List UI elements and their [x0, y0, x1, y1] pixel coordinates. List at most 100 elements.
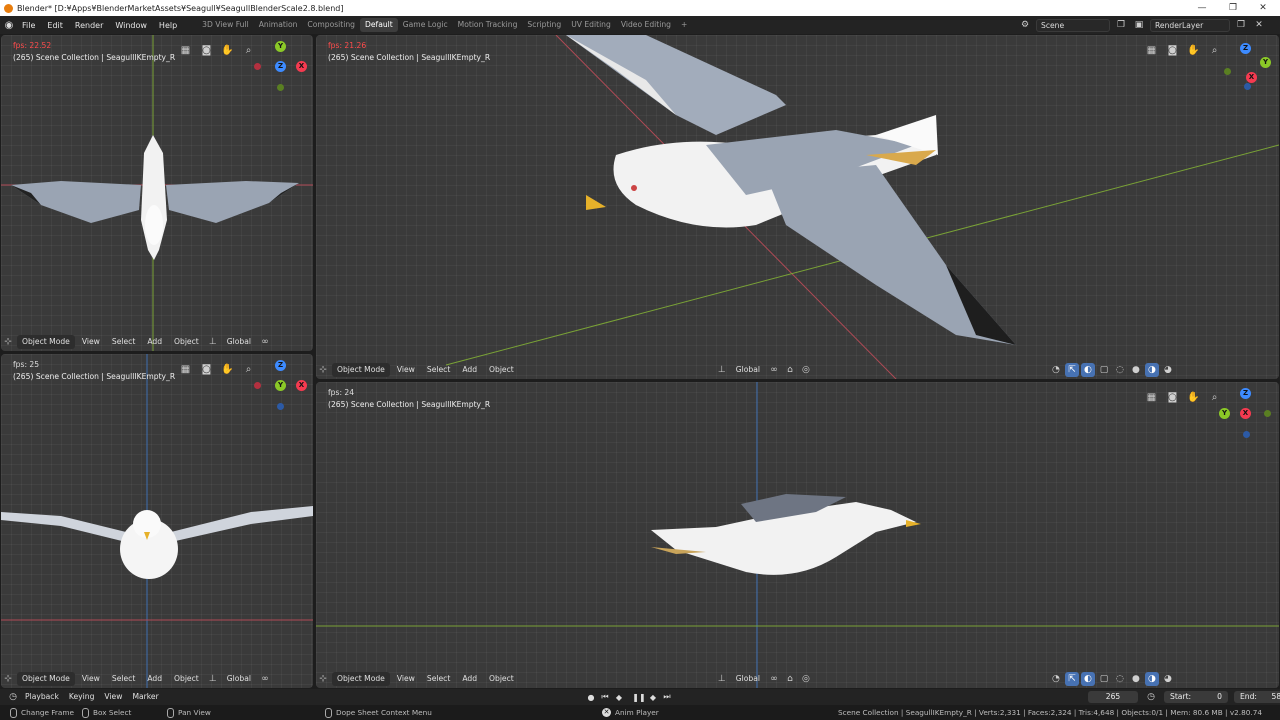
timeline-editor-icon[interactable]: ◷: [6, 690, 20, 704]
select-menu[interactable]: Select: [422, 672, 455, 686]
view-menu[interactable]: View: [77, 672, 105, 686]
snap-icon[interactable]: ⌂: [783, 672, 797, 686]
wireframe-shading-icon[interactable]: ◌: [1113, 672, 1127, 686]
orientation-dropdown[interactable]: Global: [731, 672, 765, 686]
visibility-icon[interactable]: ◔: [1049, 672, 1063, 686]
menu-window[interactable]: Window: [109, 21, 153, 30]
add-menu[interactable]: Add: [142, 672, 167, 686]
z-axis-handle[interactable]: Z: [275, 360, 286, 371]
remove-renderlayer-icon[interactable]: ✕: [1252, 18, 1266, 32]
zoom-icon[interactable]: ⌕: [241, 43, 256, 58]
editor-type-icon[interactable]: ⊹: [316, 672, 330, 686]
axis-gizmo[interactable]: Z Y X: [1224, 43, 1271, 93]
axis-gizmo[interactable]: Z Y X: [1219, 388, 1271, 438]
object-menu[interactable]: Object: [169, 672, 204, 686]
end-frame-field[interactable]: End: 585: [1234, 691, 1280, 703]
scene-name-field[interactable]: Scene: [1036, 18, 1110, 32]
add-menu[interactable]: Add: [457, 363, 482, 377]
keying-menu[interactable]: Keying: [64, 690, 100, 704]
menu-file[interactable]: File: [16, 21, 41, 30]
neg-x-handle[interactable]: [254, 63, 261, 70]
material-shading-icon[interactable]: ◑: [1144, 363, 1159, 377]
grid-toggle-icon[interactable]: ▦: [1144, 43, 1159, 58]
pan-hand-icon[interactable]: ✋: [1186, 43, 1201, 58]
camera-view-icon[interactable]: ◙: [199, 362, 214, 377]
gizmo-toggle-icon[interactable]: ⇱: [1064, 672, 1079, 686]
add-menu[interactable]: Add: [457, 672, 482, 686]
orientation-dropdown[interactable]: Global: [222, 672, 256, 686]
tab-animation[interactable]: Animation: [254, 18, 303, 32]
y-axis-handle[interactable]: Y: [275, 380, 286, 391]
marker-menu[interactable]: Marker: [127, 690, 163, 704]
status-anim-player[interactable]: ✕ Anim Player: [602, 708, 659, 717]
tab-3d-view-full[interactable]: 3D View Full: [197, 18, 254, 32]
restore-icon[interactable]: ❐: [1216, 0, 1250, 16]
orientation-icon[interactable]: ⊥: [206, 672, 220, 686]
grid-toggle-icon[interactable]: ▦: [178, 362, 193, 377]
link-icon[interactable]: ∞: [767, 363, 781, 377]
viewport-top-left[interactable]: fps: 22.52 (265) Scene Collection | Seag…: [1, 35, 313, 351]
x-axis-handle[interactable]: X: [296, 61, 307, 72]
menu-help[interactable]: Help: [153, 21, 183, 30]
x-axis-handle[interactable]: X: [1240, 408, 1251, 419]
neg-y-handle[interactable]: [1224, 68, 1231, 75]
rendered-shading-icon[interactable]: ◕: [1161, 672, 1175, 686]
orientation-dropdown[interactable]: Global: [731, 363, 765, 377]
timeline-view-menu[interactable]: View: [99, 690, 127, 704]
object-mode-dropdown[interactable]: Object Mode: [17, 672, 75, 686]
object-menu[interactable]: Object: [484, 363, 519, 377]
playback-menu[interactable]: Playback: [20, 690, 64, 704]
camera-view-icon[interactable]: ◙: [1165, 43, 1180, 58]
xray-icon[interactable]: ▢: [1097, 363, 1111, 377]
viewport-main[interactable]: fps: 21.26 (265) Scene Collection | Seag…: [316, 35, 1279, 379]
orientation-icon[interactable]: ⊥: [715, 672, 729, 686]
axis-gizmo[interactable]: Y Z X: [254, 41, 307, 91]
tab-compositing[interactable]: Compositing: [302, 18, 360, 32]
pan-hand-icon[interactable]: ✋: [220, 362, 235, 377]
editor-type-icon[interactable]: ⊹: [1, 335, 15, 349]
close-icon[interactable]: ✕: [1246, 0, 1280, 16]
next-keyframe-icon[interactable]: ◆: [647, 691, 659, 703]
jump-start-icon[interactable]: ⏮: [599, 691, 611, 703]
view-menu[interactable]: View: [77, 335, 105, 349]
material-shading-icon[interactable]: ◑: [1144, 672, 1159, 686]
neg-z-handle[interactable]: [277, 403, 284, 410]
neg-x-handle[interactable]: [254, 382, 261, 389]
y-axis-handle[interactable]: Y: [1219, 408, 1230, 419]
z-axis-handle[interactable]: Z: [1240, 388, 1251, 399]
tab-motion-tracking[interactable]: Motion Tracking: [453, 18, 523, 32]
xray-icon[interactable]: ▢: [1097, 672, 1111, 686]
object-mode-dropdown[interactable]: Object Mode: [17, 335, 75, 349]
select-menu[interactable]: Select: [107, 335, 140, 349]
zoom-icon[interactable]: ⌕: [1207, 43, 1222, 58]
gizmo-toggle-icon[interactable]: ⇱: [1064, 363, 1079, 377]
cancel-icon[interactable]: ✕: [602, 708, 611, 717]
pause-icon[interactable]: ❚❚: [632, 691, 645, 703]
prev-keyframe-icon[interactable]: ◆: [613, 691, 625, 703]
grid-toggle-icon[interactable]: ▦: [1144, 390, 1159, 405]
tab-default[interactable]: Default: [360, 18, 398, 32]
record-icon[interactable]: ●: [585, 691, 597, 703]
z-axis-handle[interactable]: Z: [275, 61, 286, 72]
link-icon[interactable]: ∞: [258, 335, 272, 349]
solid-shading-icon[interactable]: ●: [1129, 363, 1143, 377]
z-axis-handle[interactable]: Z: [1240, 43, 1251, 54]
overlay-toggle-icon[interactable]: ◐: [1080, 363, 1095, 377]
blender-logo-icon[interactable]: ◉: [2, 18, 16, 32]
editor-type-icon[interactable]: ⊹: [1, 672, 15, 686]
menu-render[interactable]: Render: [69, 21, 109, 30]
object-mode-dropdown[interactable]: Object Mode: [332, 363, 390, 377]
scene-icon[interactable]: ⚙: [1018, 18, 1032, 32]
preview-range-icon[interactable]: ◷: [1144, 690, 1158, 704]
new-scene-icon[interactable]: ❐: [1114, 18, 1128, 32]
y-axis-handle[interactable]: Y: [275, 41, 286, 52]
neg-z-handle[interactable]: [1244, 83, 1251, 90]
proportional-edit-icon[interactable]: ◎: [799, 363, 813, 377]
neg-z-handle[interactable]: [1243, 431, 1250, 438]
zoom-icon[interactable]: ⌕: [241, 362, 256, 377]
y-axis-handle[interactable]: Y: [1260, 57, 1271, 68]
viewport-bottom-right[interactable]: fps: 24 (265) Scene Collection | Seagull…: [316, 382, 1279, 688]
add-menu[interactable]: Add: [142, 335, 167, 349]
viewport-bottom-left[interactable]: fps: 25 (265) Scene Collection | Seagull…: [1, 354, 313, 688]
grid-toggle-icon[interactable]: ▦: [178, 43, 193, 58]
